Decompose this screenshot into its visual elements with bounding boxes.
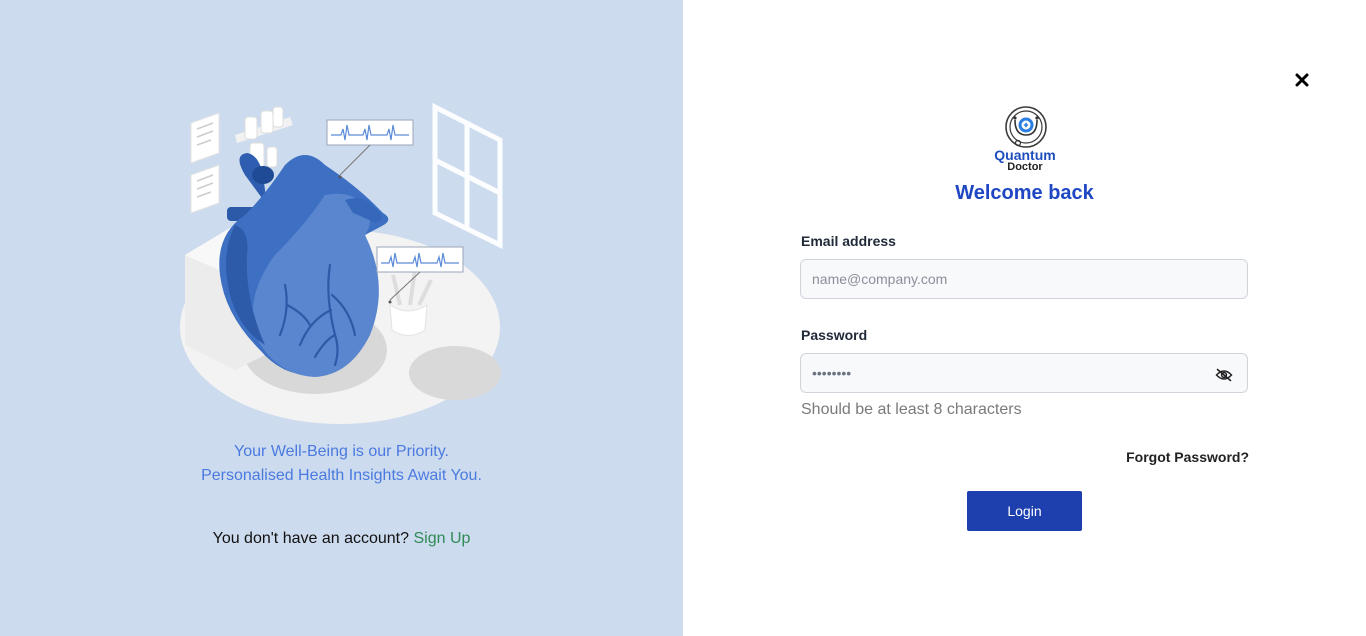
password-field[interactable] [800, 353, 1248, 393]
brand-name-line-1: Quantum [994, 147, 1056, 163]
email-field[interactable] [800, 259, 1248, 299]
illustration-panel: Your Well-Being is our Priority. Persona… [0, 0, 683, 636]
login-page: Your Well-Being is our Priority. Persona… [0, 0, 1366, 636]
close-icon[interactable] [1293, 71, 1311, 89]
signup-link[interactable]: Sign Up [413, 530, 470, 547]
signup-prompt-row: You don't have an account? Sign Up [0, 528, 683, 550]
signup-prompt-text: You don't have an account? [212, 530, 410, 547]
tagline-line-1: Your Well-Being is our Priority. [234, 443, 449, 460]
login-button[interactable]: Login [967, 491, 1082, 531]
brand-name-line-2: Doctor [1007, 161, 1043, 173]
email-label: Email address [801, 233, 896, 249]
page-title: Welcome back [955, 182, 1094, 204]
eye-slash-icon[interactable] [1215, 368, 1233, 382]
password-hint: Should be at least 8 characters [801, 401, 1022, 418]
forgot-password-link[interactable]: Forgot Password? [1103, 449, 1249, 465]
tagline-line-2: Personalised Health Insights Await You. [201, 467, 482, 484]
login-panel: Quantum Doctor Welcome back Email addres… [683, 0, 1366, 636]
password-label: Password [801, 327, 868, 343]
heart-illustration [180, 102, 503, 424]
